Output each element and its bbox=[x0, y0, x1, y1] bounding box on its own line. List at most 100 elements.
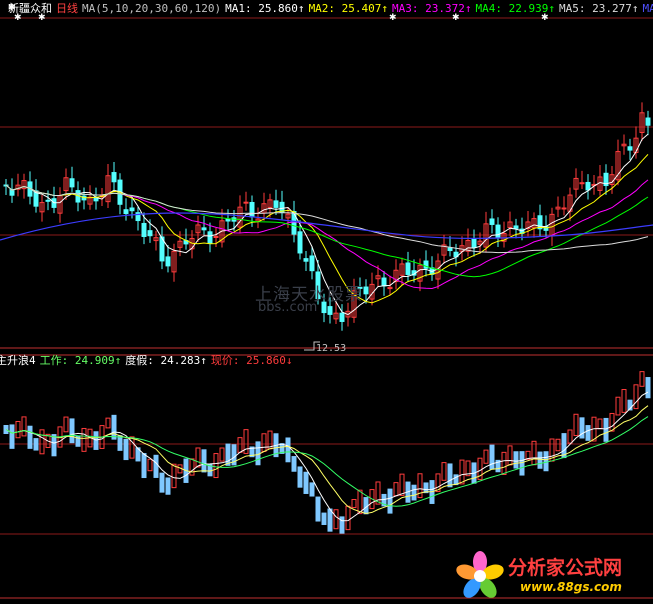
candlestick bbox=[363, 286, 369, 295]
indicator-bar bbox=[333, 509, 339, 530]
candlestick bbox=[513, 225, 519, 229]
period-label[interactable]: 日线 bbox=[56, 2, 78, 16]
indicator-bar bbox=[543, 451, 549, 472]
candlestick bbox=[447, 247, 453, 252]
candlestick bbox=[327, 306, 333, 315]
indicator-bar bbox=[387, 488, 393, 514]
work-value: 工作: 24.909↑ bbox=[39, 354, 122, 367]
indicator-bar bbox=[9, 424, 15, 449]
ma4-value: MA4: 22.939↑ bbox=[475, 2, 556, 15]
candlestick bbox=[303, 258, 309, 262]
indicator-bar bbox=[51, 434, 57, 457]
candlestick bbox=[165, 256, 171, 267]
flower-icon bbox=[456, 551, 504, 598]
indicator-line-a bbox=[5, 391, 649, 522]
candlestick bbox=[561, 207, 567, 210]
indicator-bar bbox=[105, 417, 111, 429]
indicator-bar bbox=[225, 443, 231, 466]
candlestick bbox=[381, 277, 387, 287]
indicator-bar bbox=[573, 413, 579, 437]
indicator-name[interactable]: 主升浪4 bbox=[0, 354, 36, 368]
candlestick bbox=[69, 178, 75, 188]
indicator-bar bbox=[555, 438, 561, 452]
indicator-bar bbox=[111, 414, 117, 440]
candlestick bbox=[123, 209, 129, 215]
ma3-value: MA3: 23.372↑ bbox=[392, 2, 472, 15]
indicator-bar bbox=[39, 429, 45, 455]
indicator-bar bbox=[159, 472, 165, 493]
current-price-value: 现价: 25.860↓ bbox=[210, 354, 293, 367]
indicator-bar bbox=[327, 508, 333, 532]
ma2-value: MA2: 25.407↑ bbox=[308, 2, 389, 15]
indicator-bar bbox=[261, 433, 267, 452]
indicator-bar bbox=[21, 416, 27, 437]
indicator-bar bbox=[399, 473, 405, 496]
candlestick bbox=[645, 117, 651, 126]
candlestick bbox=[225, 218, 231, 222]
watermark-url: bbs..com bbox=[258, 300, 318, 315]
candlestick bbox=[213, 235, 219, 238]
indicator-bar bbox=[519, 451, 525, 476]
candlestick bbox=[627, 146, 633, 151]
candlestick bbox=[201, 227, 207, 231]
indicator-bar bbox=[633, 384, 639, 410]
indicator-bar bbox=[483, 449, 489, 464]
indicator-bar bbox=[507, 445, 513, 466]
indicator-bar bbox=[171, 463, 177, 489]
candlestick bbox=[129, 207, 135, 212]
indicator-bar bbox=[537, 451, 543, 469]
indicator-bar bbox=[351, 498, 357, 509]
indicator-bar bbox=[93, 431, 99, 450]
candlestick bbox=[297, 231, 303, 254]
indicator-bar bbox=[297, 466, 303, 488]
candlestick bbox=[273, 200, 279, 208]
ma6-value: MA6 bbox=[642, 2, 653, 15]
indicator-bar bbox=[513, 451, 519, 469]
indicator-bar bbox=[117, 435, 123, 451]
candlestick bbox=[585, 181, 591, 191]
holiday-value: 度假: 24.283↑ bbox=[125, 354, 207, 367]
indicator-bar bbox=[447, 463, 453, 488]
indicator-bar bbox=[609, 412, 615, 432]
indicator-bar bbox=[459, 459, 465, 485]
indicator-bar bbox=[237, 437, 243, 453]
indicator-bar bbox=[255, 441, 261, 466]
indicator-bar bbox=[501, 451, 507, 476]
ma120-line bbox=[0, 212, 653, 241]
indicator-bar bbox=[123, 438, 129, 461]
indicator-bar bbox=[423, 482, 429, 494]
indicator-bar bbox=[621, 389, 627, 413]
candlestick bbox=[207, 231, 213, 244]
indicator-bar bbox=[291, 456, 297, 472]
indicator-bar bbox=[321, 512, 327, 526]
candlestick bbox=[489, 218, 495, 225]
indicator-bar bbox=[639, 371, 645, 387]
indicator-bar bbox=[303, 471, 309, 494]
indicator-bar bbox=[411, 484, 417, 501]
indicator-bar bbox=[189, 458, 195, 476]
site-url: www.88gs.com bbox=[520, 580, 622, 594]
indicator-bar bbox=[81, 427, 87, 452]
chart-header: 新疆众和 日线 MA(5,10,20,30,60,120) MA1: 25.860↑ M… bbox=[0, 2, 653, 16]
indicator-bar bbox=[345, 505, 351, 531]
indicator-bar bbox=[531, 440, 537, 466]
indicator-bar bbox=[441, 462, 447, 481]
ma5-value: MA5: 23.277↑ bbox=[559, 2, 639, 15]
indicator-bar bbox=[219, 447, 225, 462]
site-title: 分析家公式网 bbox=[508, 557, 623, 579]
indicator-bar bbox=[153, 454, 159, 478]
indicator-bar bbox=[489, 444, 495, 470]
candlestick bbox=[309, 255, 315, 272]
low-price-label: 12.53 bbox=[316, 343, 347, 354]
indicator-bar bbox=[141, 453, 147, 479]
indicator-bar bbox=[33, 438, 39, 451]
candlestick bbox=[141, 222, 147, 238]
indicator-bar bbox=[285, 437, 291, 463]
indicator-bar bbox=[393, 482, 399, 497]
stock-name[interactable]: 新疆众和 bbox=[8, 2, 52, 16]
indicator-bar bbox=[195, 447, 201, 468]
ma1-value: MA1: 25.860↑ bbox=[225, 2, 305, 15]
candlestick bbox=[45, 199, 51, 202]
indicator-bar bbox=[63, 416, 69, 433]
candlestick bbox=[579, 182, 585, 185]
